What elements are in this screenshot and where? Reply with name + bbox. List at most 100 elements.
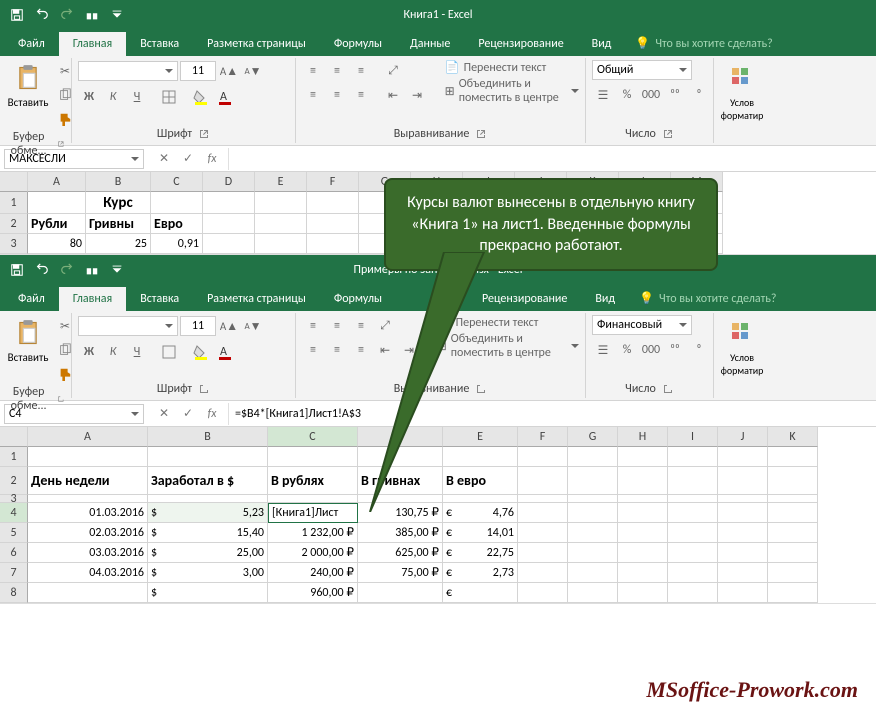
cell[interactable] xyxy=(568,467,618,495)
cell[interactable] xyxy=(359,234,411,254)
tab-file[interactable]: Файл xyxy=(4,32,59,56)
col-header[interactable]: F xyxy=(518,427,568,447)
cell[interactable] xyxy=(618,467,668,495)
cell[interactable] xyxy=(568,543,618,563)
align-center-icon[interactable]: ≡ xyxy=(326,339,348,361)
row-header[interactable]: 1 xyxy=(0,447,28,467)
tab-review[interactable]: Рецензирование xyxy=(468,287,581,311)
tab-pagelayout[interactable]: Разметка страницы xyxy=(193,32,320,56)
col-header[interactable]: D xyxy=(203,172,255,192)
row-header[interactable]: 8 xyxy=(0,583,28,603)
undo-icon[interactable] xyxy=(31,4,53,26)
cell[interactable] xyxy=(443,447,518,467)
border-icon[interactable] xyxy=(158,86,180,108)
align-top-icon[interactable]: ≡ xyxy=(302,315,324,337)
col-header[interactable]: D xyxy=(358,427,443,447)
align-bottom-icon[interactable]: ≡ xyxy=(350,60,372,82)
cell[interactable] xyxy=(668,447,718,467)
col-header[interactable]: G xyxy=(568,427,618,447)
cell[interactable] xyxy=(567,214,619,234)
cell[interactable] xyxy=(668,495,718,503)
cell[interactable]: 0,91 xyxy=(151,234,203,254)
cell[interactable] xyxy=(518,563,568,583)
row-header[interactable]: 1 xyxy=(0,192,28,214)
col-header[interactable]: C xyxy=(268,427,358,447)
align-left-icon[interactable]: ≡ xyxy=(302,339,324,361)
wrap-text-button[interactable]: 📄Перенести текст xyxy=(445,60,579,75)
cell[interactable] xyxy=(151,192,203,214)
cell[interactable]: $3,00 xyxy=(148,563,268,583)
orientation-icon[interactable]: ⤢ xyxy=(374,315,396,337)
wrap-text-button[interactable]: 📄Перенести текст xyxy=(437,315,579,330)
cell[interactable] xyxy=(718,467,768,495)
cell[interactable] xyxy=(718,543,768,563)
cell[interactable] xyxy=(203,214,255,234)
cell[interactable] xyxy=(668,543,718,563)
align-center-icon[interactable]: ≡ xyxy=(326,84,348,106)
col-header[interactable]: A xyxy=(28,172,86,192)
cell[interactable] xyxy=(411,234,463,254)
underline-icon[interactable]: Ч xyxy=(126,86,148,108)
row-header[interactable]: 6 xyxy=(0,543,28,563)
cell[interactable] xyxy=(203,192,255,214)
tab-formulas[interactable]: Формулы xyxy=(320,287,396,311)
increase-decimal-icon[interactable]: ⁰⁰ xyxy=(664,84,686,106)
cell[interactable]: € xyxy=(443,583,518,603)
cell[interactable]: €14,01 xyxy=(443,523,518,543)
cell[interactable] xyxy=(307,214,359,234)
tellme[interactable]: 💡 Что вы хотите сделать? xyxy=(629,286,786,311)
col-header[interactable]: A xyxy=(28,427,148,447)
cell[interactable]: $ xyxy=(148,583,268,603)
tab-home[interactable]: Главная xyxy=(59,32,126,56)
col-header[interactable]: J xyxy=(515,172,567,192)
tab-insert[interactable]: Вставка xyxy=(126,287,193,311)
cell[interactable] xyxy=(568,447,618,467)
cell[interactable] xyxy=(568,495,618,503)
cell[interactable] xyxy=(515,214,567,234)
cell[interactable]: 01.03.2016 xyxy=(28,503,148,523)
cell[interactable] xyxy=(463,192,515,214)
worksheet-2[interactable]: ABCDEFGHIJK12День неделиЗаработал в $В р… xyxy=(0,427,876,603)
row-header[interactable]: 3 xyxy=(0,234,28,254)
cell[interactable] xyxy=(567,234,619,254)
cell[interactable] xyxy=(619,214,671,234)
dialog-launcher-icon[interactable] xyxy=(198,383,210,395)
cell[interactable] xyxy=(567,192,619,214)
align-middle-icon[interactable]: ≡ xyxy=(326,60,348,82)
row-header[interactable]: 4 xyxy=(0,503,28,523)
cell[interactable] xyxy=(768,447,818,467)
cell[interactable] xyxy=(307,192,359,214)
font-color-icon[interactable]: A xyxy=(214,341,236,363)
col-header[interactable]: K xyxy=(567,172,619,192)
bold-icon[interactable]: Ж xyxy=(78,86,100,108)
cell[interactable]: Заработал в $ xyxy=(148,467,268,495)
cell[interactable] xyxy=(568,503,618,523)
cell[interactable] xyxy=(463,214,515,234)
cell[interactable] xyxy=(718,563,768,583)
cell[interactable] xyxy=(568,523,618,543)
dialog-launcher-icon[interactable] xyxy=(57,393,65,405)
tab-formulas[interactable]: Формулы xyxy=(320,32,396,56)
cell[interactable] xyxy=(718,523,768,543)
cancel-formula-icon[interactable]: ✕ xyxy=(152,149,176,169)
increase-font-icon[interactable]: A▲ xyxy=(218,315,240,337)
increase-font-icon[interactable]: A▲ xyxy=(218,60,240,82)
cell[interactable] xyxy=(518,543,568,563)
cell[interactable] xyxy=(268,495,358,503)
align-right-icon[interactable]: ≡ xyxy=(350,339,372,361)
col-header[interactable]: B xyxy=(86,172,151,192)
align-right-icon[interactable]: ≡ xyxy=(350,84,372,106)
save-icon[interactable] xyxy=(6,259,28,281)
cell[interactable] xyxy=(768,543,818,563)
cell[interactable]: 625,00 ₽ xyxy=(358,543,443,563)
dialog-launcher-icon[interactable] xyxy=(198,128,210,140)
underline-icon[interactable]: Ч xyxy=(126,341,148,363)
tellme[interactable]: 💡 Что вы хотите сделать? xyxy=(625,31,782,56)
merge-center-button[interactable]: ⊞Объединить и поместить в центре xyxy=(437,332,579,360)
tab-data[interactable]: Данные xyxy=(396,32,464,56)
cell[interactable] xyxy=(359,192,411,214)
italic-icon[interactable]: К xyxy=(102,86,124,108)
comma-icon[interactable]: 000 xyxy=(640,84,662,106)
cell[interactable]: €2,73 xyxy=(443,563,518,583)
col-header[interactable]: C xyxy=(151,172,203,192)
